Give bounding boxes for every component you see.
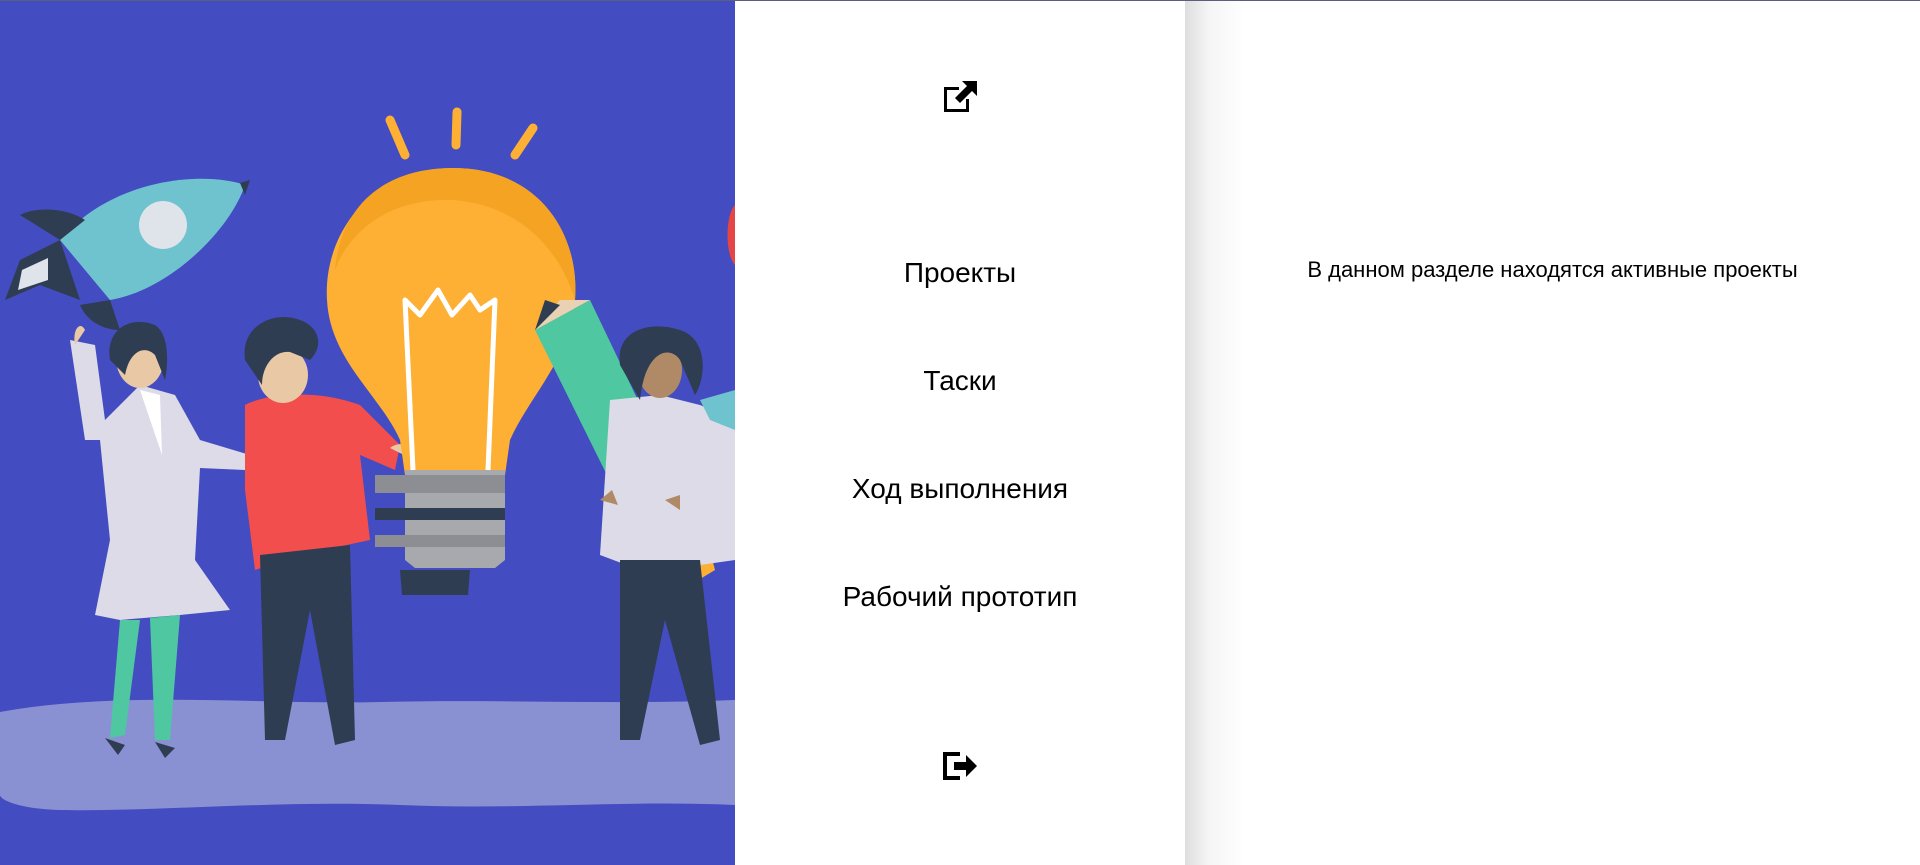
- external-link-icon[interactable]: [940, 77, 980, 117]
- top-border: [0, 0, 1920, 1]
- person-left: [70, 321, 250, 758]
- hero-illustration: [0, 0, 735, 865]
- nav-item-prototype[interactable]: Рабочий прототип: [735, 580, 1185, 614]
- nav-item-projects[interactable]: Проекты: [735, 256, 1185, 290]
- sidebar: Проекты Таски Ход выполнения Рабочий про…: [735, 0, 1185, 865]
- section-description: В данном разделе находятся активные прое…: [1307, 257, 1798, 282]
- rocket-icon: [5, 178, 250, 330]
- content-panel: В данном разделе находятся активные прое…: [1185, 0, 1920, 865]
- nav-item-progress[interactable]: Ход выполнения: [735, 472, 1185, 506]
- red-circle-edge: [727, 205, 735, 265]
- nav-item-tasks[interactable]: Таски: [735, 364, 1185, 398]
- sidebar-shadow: [1185, 0, 1245, 865]
- logout-icon[interactable]: [940, 746, 980, 786]
